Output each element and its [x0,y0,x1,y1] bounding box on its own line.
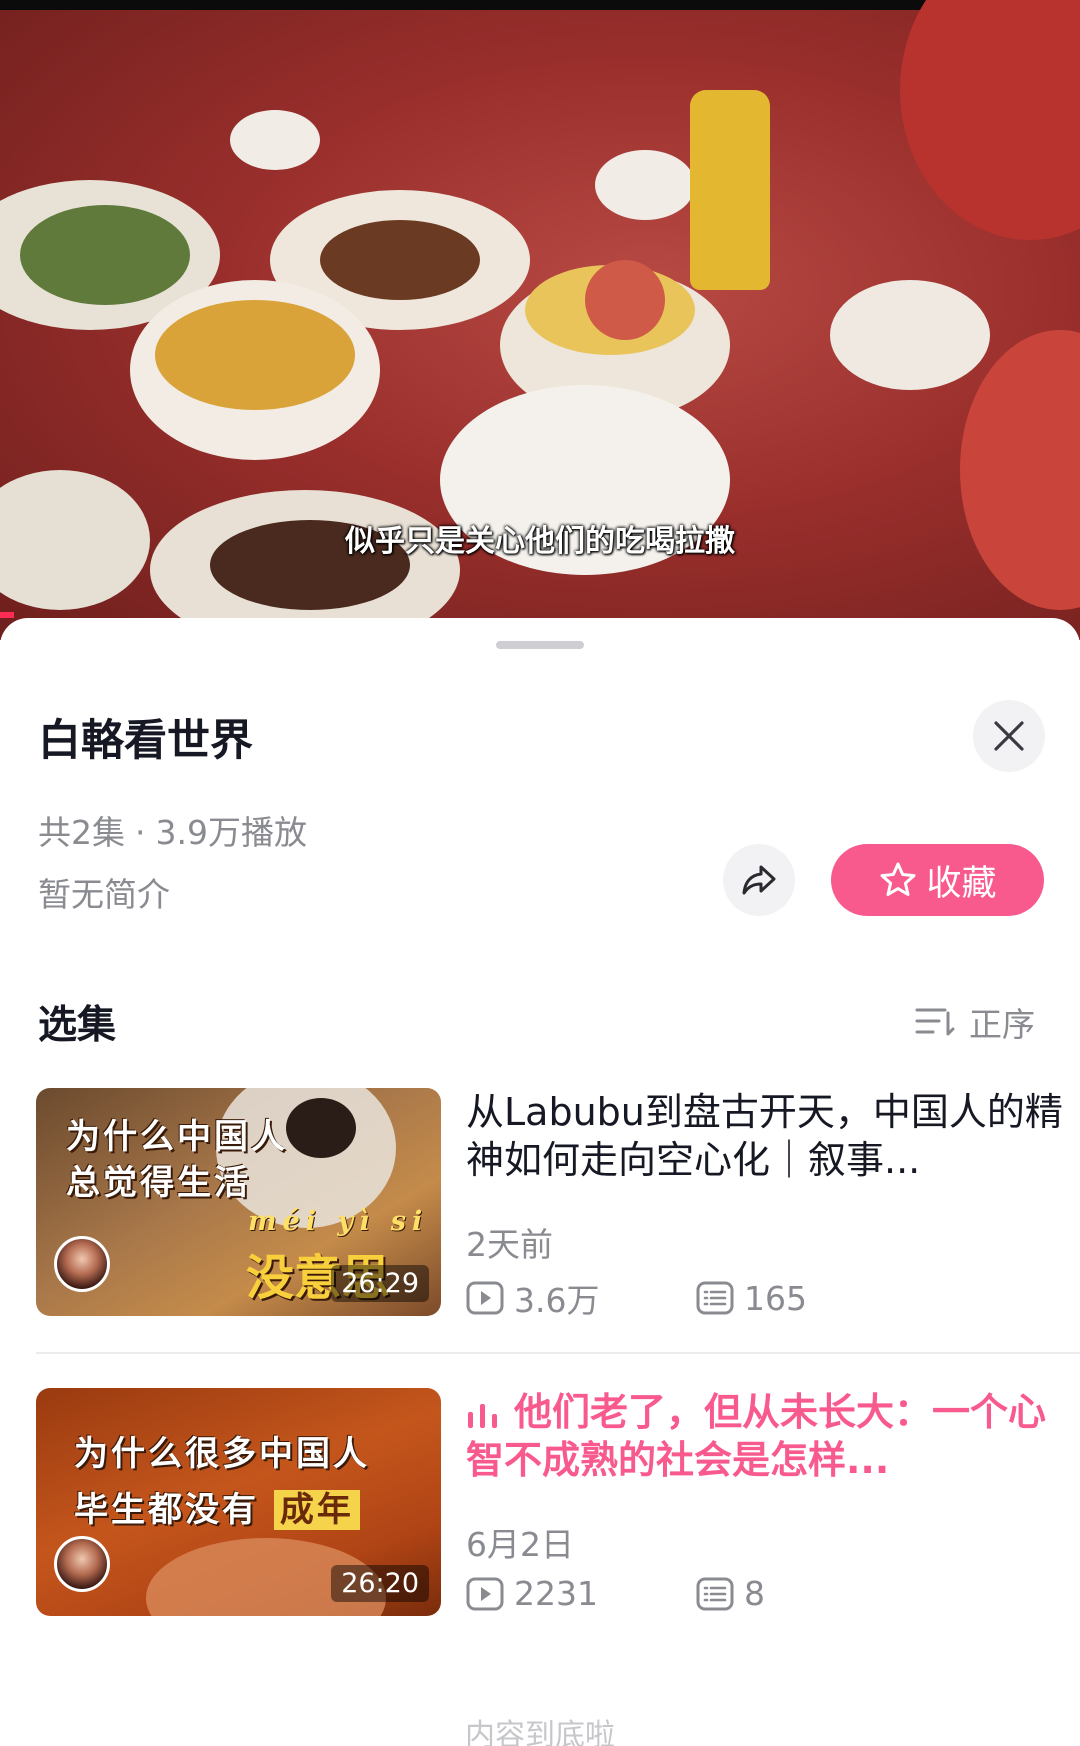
collection-description: 暂无简介 [38,875,170,914]
episode-stats: 3.6万 165 [466,1274,807,1322]
episodes-section-title: 选集 [38,1003,117,1048]
sleeve-shape [960,330,1080,610]
thumbnail-caption-line: 为什么中国人 [66,1117,288,1157]
episode-plays: 3.6万 [466,1274,696,1322]
video-progress-bar[interactable] [0,612,15,618]
thumbnail-caption-line: 毕生都没有 成年 [74,1482,370,1538]
video-subtitle: 似乎只是关心他们的吃喝拉撒 [345,524,735,559]
thumbnail-caption-text: 毕生都没有 [74,1490,259,1530]
episode-comments-count: 8 [744,1574,765,1613]
bowl-shape [595,150,695,220]
episode-plays-count: 2231 [514,1574,598,1613]
collection-title: 白輅看世界 [38,716,253,766]
sort-icon [915,1008,955,1036]
author-avatar [54,1536,110,1592]
thumb-figure-shape [286,1098,356,1158]
bowl-shape [830,280,990,390]
author-avatar [54,1236,110,1292]
episode-item[interactable]: 为什么中国人 总觉得生活 méi yì si 没意思 26:29 从Labubu… [36,1088,1080,1320]
episode-stats: 2231 8 [466,1574,765,1613]
episode-thumbnail[interactable]: 为什么中国人 总觉得生活 méi yì si 没意思 26:29 [36,1088,441,1316]
episode-title[interactable]: 从Labubu到盘古开天，中国人的精神如何走向空心化｜叙事... [466,1088,1066,1184]
episode-date: 6月2日 [466,1525,574,1564]
episode-plays: 2231 [466,1574,696,1613]
episode-title-text: 他们老了，但从未长大：一个心智不成熟的社会是怎样... [466,1390,1047,1482]
bowl-shape [230,110,320,170]
thumbnail-highlight-text: 成年 [273,1490,360,1530]
video-player[interactable]: 似乎只是关心他们的吃喝拉撒 [0,0,1080,640]
episode-plays-count: 3.6万 [514,1281,600,1320]
episode-duration: 26:29 [331,1265,429,1302]
share-button[interactable] [723,844,795,916]
apple-shape [585,260,665,340]
sort-button[interactable]: 正序 [915,998,1035,1046]
thumbnail-caption-line: 总觉得生活 [66,1163,251,1203]
playing-bars-icon [468,1403,497,1428]
play-icon [466,1281,504,1315]
bottle-shape [690,90,770,290]
episode-comments: 8 [696,1574,765,1613]
meta-separator: · [135,813,146,852]
favorite-label: 收藏 [926,863,997,904]
comment-icon [696,1281,734,1315]
share-icon [742,865,776,895]
thumbnail-caption-line: 为什么很多中国人 [74,1434,370,1474]
episode-duration: 26:20 [331,1565,429,1602]
close-button[interactable] [973,700,1045,772]
episode-item-active[interactable]: 为什么很多中国人 毕生都没有 成年 26:20 他们老了，但从未长大：一个心智不… [36,1388,1080,1618]
favorite-button[interactable]: 收藏 [831,844,1044,916]
end-of-list-note: 内容到底啦 [465,1718,615,1746]
sort-label: 正序 [969,1005,1035,1044]
star-icon [880,862,916,896]
soup-shape [155,300,355,410]
episode-comments: 165 [696,1279,807,1318]
thumbnail-pinyin: méi yì si [248,1206,429,1237]
meat-shape [320,220,480,300]
episode-title[interactable]: 他们老了，但从未长大：一个心智不成熟的社会是怎样... [466,1388,1066,1484]
play-icon [466,1577,504,1610]
comment-icon [696,1577,734,1610]
episode-count: 共2集 [38,813,125,852]
episode-date: 2天前 [466,1225,553,1264]
episode-comments-count: 165 [744,1278,807,1318]
episode-thumbnail[interactable]: 为什么很多中国人 毕生都没有 成年 26:20 [36,1388,441,1616]
collection-meta: 共2集 · 3.9万播放 [38,806,307,854]
sleeve-shape [900,0,1080,240]
greens-shape [20,205,190,305]
drag-handle[interactable] [496,641,584,649]
status-bar-strip [0,0,1080,10]
thumbnail-caption: 为什么很多中国人 毕生都没有 成年 [74,1426,370,1538]
play-count: 3.9万播放 [155,813,307,852]
episode-divider [36,1352,1080,1354]
close-icon [994,721,1024,751]
thumbnail-caption: 为什么中国人 总觉得生活 [66,1114,288,1206]
